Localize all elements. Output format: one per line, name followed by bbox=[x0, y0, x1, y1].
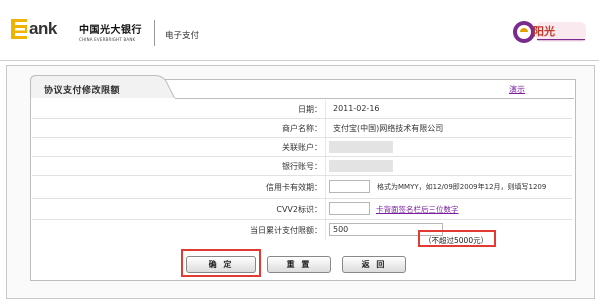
row-card-expiry: 信用卡有效期： 格式为MMYY，如12/09即2009年12月，则填写1209 bbox=[32, 176, 572, 199]
page-title: 电子支付 bbox=[165, 31, 200, 41]
row-bank-account: 银行账号： bbox=[32, 157, 572, 176]
column-divider bbox=[325, 119, 326, 137]
column-divider bbox=[325, 157, 326, 175]
column-divider bbox=[325, 199, 326, 219]
page-header: ank 中国光大银行 CHINA EVERBRIGHT BANK 电子支付 阳光 bbox=[0, 0, 599, 61]
everbright-logo-icon bbox=[11, 19, 27, 39]
linked-account-masked bbox=[329, 141, 393, 153]
brand-name: 阳光 bbox=[533, 25, 555, 38]
cvv2-label: CVV2标识： bbox=[276, 205, 322, 214]
bank-account-label: 银行账号： bbox=[282, 162, 322, 171]
bank-name-cn: 中国光大银行 bbox=[79, 25, 142, 36]
tab-underline bbox=[175, 98, 574, 99]
tab-modify-limit[interactable]: 协议支付修改限额 bbox=[44, 83, 120, 96]
merchant-label: 商户名称： bbox=[282, 124, 322, 133]
card-expiry-hint: 格式为MMYY，如12/09即2009年12月，则填写1209 bbox=[377, 183, 547, 191]
cvv2-help-link[interactable]: 卡背面签名栏后三位数字 bbox=[376, 204, 459, 215]
card-expiry-input[interactable] bbox=[329, 180, 370, 193]
daily-limit-label: 当日累计支付限额： bbox=[250, 226, 322, 235]
cvv2-input[interactable] bbox=[329, 202, 370, 215]
column-divider bbox=[325, 220, 326, 240]
logo-text: ank bbox=[29, 19, 57, 38]
row-linked-account: 关联账户： bbox=[32, 138, 572, 157]
column-divider bbox=[325, 100, 326, 118]
card-expiry-label: 信用卡有效期： bbox=[266, 183, 322, 192]
date-value: 2011-02-16 bbox=[333, 104, 380, 113]
header-divider-line bbox=[0, 60, 599, 61]
merchant-value: 支付宝(中国)网络技术有限公司 bbox=[333, 124, 444, 133]
linked-account-label: 关联账户： bbox=[282, 143, 322, 152]
confirm-button[interactable]: 确 定 bbox=[186, 256, 256, 273]
header-divider bbox=[154, 20, 155, 46]
bank-account-masked bbox=[329, 160, 393, 172]
row-cvv2: CVV2标识： 卡背面签名栏后三位数字 bbox=[32, 199, 572, 220]
column-divider bbox=[325, 176, 326, 198]
row-merchant: 商户名称： 支付宝(中国)网络技术有限公司 bbox=[32, 119, 572, 138]
row-date: 日期： 2011-02-16 bbox=[32, 100, 572, 119]
column-divider bbox=[325, 138, 326, 156]
reset-button[interactable]: 重 置 bbox=[267, 256, 331, 273]
date-label: 日期： bbox=[298, 105, 322, 114]
bank-name-en: CHINA EVERBRIGHT BANK bbox=[79, 37, 136, 42]
back-button[interactable]: 返 回 bbox=[342, 256, 406, 273]
demo-link[interactable]: 演示 bbox=[509, 84, 525, 95]
daily-limit-note: （不超过5000元） bbox=[424, 236, 489, 245]
